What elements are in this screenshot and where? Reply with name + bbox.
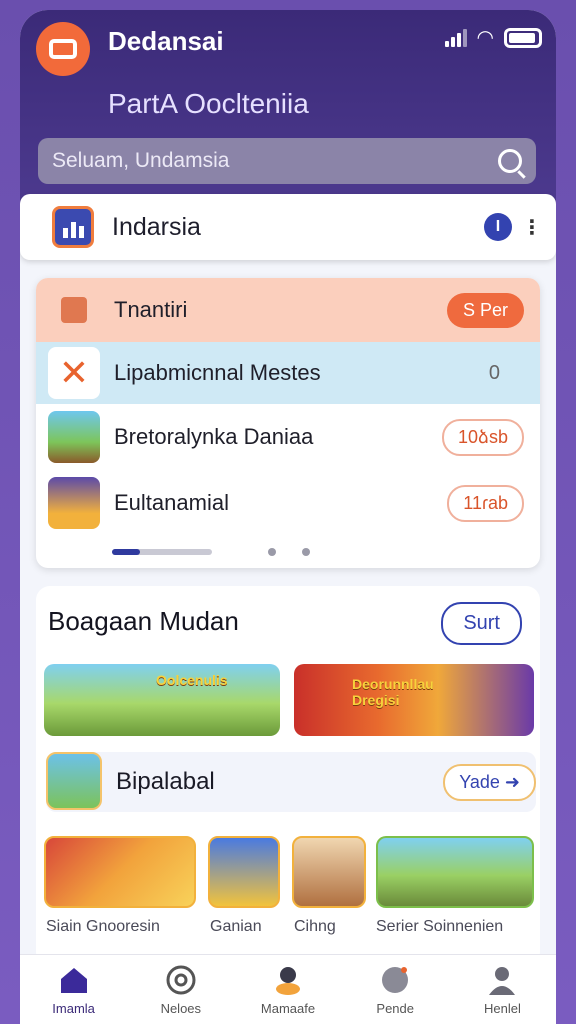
view-more-button[interactable]: Yade ➜: [443, 764, 536, 801]
tile-label: Cihng: [294, 918, 336, 935]
globe-icon: [166, 965, 196, 995]
chart-icon: [52, 206, 94, 248]
ranking-header-badge[interactable]: S Per: [446, 292, 524, 328]
compass-icon: [382, 967, 409, 993]
info-icon[interactable]: I: [484, 213, 512, 241]
subsection-row[interactable]: Bipalabal Yade ➜: [46, 752, 536, 812]
game-banner[interactable]: Deorunnllau Dregisi: [294, 664, 534, 736]
list-item-label: Bretoralynka Daniaa: [114, 424, 314, 449]
banner-title: Deorunnllau Dregisi: [352, 676, 434, 708]
nav-item-profile[interactable]: Henlel: [449, 955, 556, 1024]
region-selector[interactable]: Indarsia I ⋮: [20, 194, 556, 260]
game-thumbnail-icon: [48, 477, 100, 529]
search-input[interactable]: Seluam, Undamsia: [38, 138, 536, 184]
battery-icon: [504, 28, 542, 48]
signal-icon: [444, 29, 467, 47]
region-title: Indarsia: [112, 212, 201, 241]
search-placeholder: Seluam, Undamsia: [52, 149, 230, 172]
game-tile[interactable]: [208, 836, 280, 908]
list-item[interactable]: Eultanamial 11ɾab: [36, 470, 540, 536]
more-menu-icon[interactable]: ⋮: [522, 215, 542, 240]
app-logo-icon[interactable]: [36, 22, 90, 76]
game-tile[interactable]: [376, 836, 534, 908]
ranking-header-label: Tnantiri: [114, 297, 188, 322]
app-name: Dedansai: [108, 26, 224, 56]
nav-item-character[interactable]: Mamaafe: [234, 955, 341, 1024]
subsection-title: Bipalabal: [116, 768, 215, 795]
ranking-header-row[interactable]: Tnantiri S Per: [36, 278, 540, 342]
page-subtitle: PartA Ooclteniia: [108, 88, 309, 119]
profile-icon: [489, 967, 516, 995]
status-bar: ◠: [444, 27, 542, 49]
app-header: Dedansai ◠ PartA Ooclteniia Seluam, Unda…: [20, 10, 556, 210]
wifi-icon: ◠: [476, 27, 494, 49]
bottom-nav: Imamla Neloes Mamaafe Pende Henlel: [20, 954, 556, 1024]
nav-item-explore[interactable]: Pende: [342, 955, 449, 1024]
nav-item-news[interactable]: Neloes: [127, 955, 234, 1024]
ranking-card: Tnantiri S Per ✕ Lipabmicnnal Mestes 0 B…: [36, 278, 540, 568]
game-tile[interactable]: [44, 836, 196, 908]
tile-label: Ganian: [210, 918, 262, 935]
list-item-value: 0: [488, 361, 500, 384]
list-item[interactable]: ✕ Lipabmicnnal Mestes 0: [36, 342, 540, 404]
close-icon: ✕: [48, 347, 100, 399]
game-thumbnail-icon: [48, 411, 100, 463]
list-item-value[interactable]: 11ɾab: [447, 484, 524, 522]
game-tile[interactable]: [292, 836, 366, 908]
character-icon: [276, 967, 300, 995]
featured-section: Boagaan Mudan Surt Oolcenulis Deorunnlla…: [36, 586, 540, 966]
list-item[interactable]: Bretoralynka Daniaa 10ձsb: [36, 404, 540, 470]
home-icon: [60, 968, 87, 993]
carousel-pager[interactable]: [112, 548, 310, 556]
trophy-icon: [48, 284, 100, 336]
game-thumbnail-icon: [46, 752, 102, 810]
sort-button[interactable]: Surt: [441, 602, 522, 645]
tile-label: Siain Gnooresin: [46, 918, 160, 935]
nav-item-home[interactable]: Imamla: [20, 955, 127, 1024]
list-item-label: Lipabmicnnal Mestes: [114, 360, 321, 385]
game-banner[interactable]: Oolcenulis: [44, 664, 280, 736]
list-item-label: Eultanamial: [114, 490, 229, 515]
section-title: Boagaan Mudan: [48, 606, 239, 636]
tile-label: Serier Soinnenien: [376, 918, 504, 935]
list-item-value[interactable]: 10ձsb: [442, 418, 524, 456]
search-icon[interactable]: [498, 149, 522, 173]
app-screen: Dedansai ◠ PartA Ooclteniia Seluam, Unda…: [20, 10, 556, 1024]
banner-title: Oolcenulis: [156, 672, 228, 688]
